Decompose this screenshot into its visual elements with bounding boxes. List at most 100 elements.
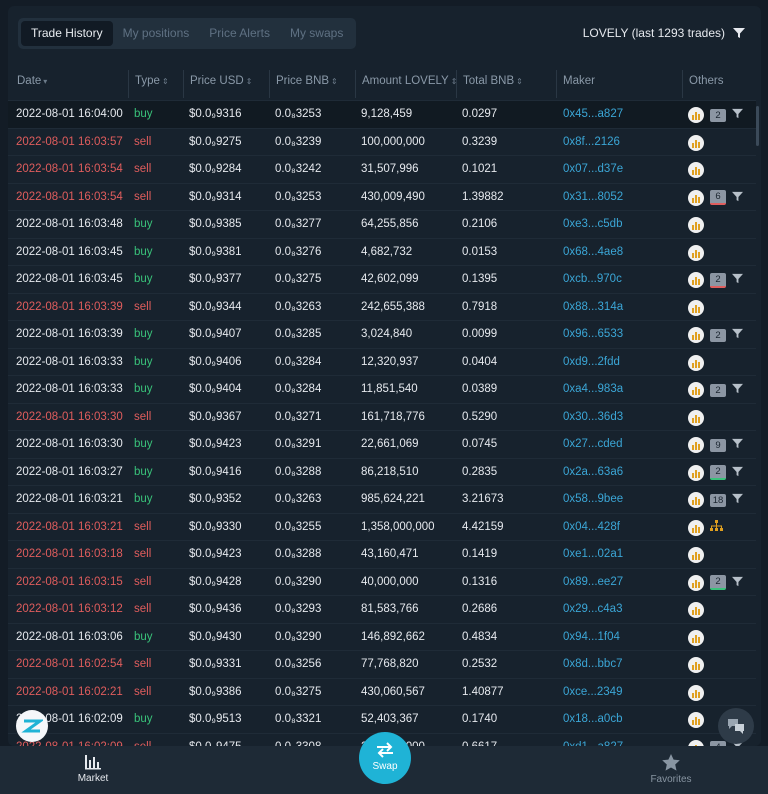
chart-icon[interactable] <box>688 327 704 343</box>
filter-icon[interactable] <box>732 438 743 452</box>
filter-icon[interactable] <box>732 383 743 397</box>
swap-button[interactable]: Swap <box>359 732 411 784</box>
maker-address[interactable]: 0x89...ee27 <box>563 569 623 596</box>
table-row[interactable]: 2022-08-01 16:02:21 sell $0.0₉9386 0.0₈3275… <box>8 677 756 707</box>
chart-icon[interactable] <box>688 217 704 233</box>
maker-address[interactable]: 0xd1...a827 <box>563 734 623 747</box>
filter-icon[interactable] <box>732 466 743 480</box>
maker-address[interactable]: 0x58...9bee <box>563 486 623 513</box>
chart-icon[interactable] <box>688 437 704 453</box>
header-date[interactable]: Date ▾ <box>11 70 131 98</box>
chart-icon[interactable] <box>688 712 704 728</box>
table-row[interactable]: 2022-08-01 16:03:18 sell $0.0₉9423 0.0₈3288… <box>8 540 756 569</box>
header-price-bnb[interactable]: Price BNB ⇕ <box>269 70 355 98</box>
table-row[interactable]: 2022-08-01 16:03:27 buy $0.0₉9416 0.0₈3288 8… <box>8 457 756 487</box>
network-icon[interactable] <box>710 520 723 535</box>
chart-icon[interactable] <box>688 464 704 481</box>
nav-market[interactable]: Market <box>63 754 123 784</box>
chart-icon[interactable] <box>688 574 704 591</box>
maker-address[interactable]: 0x07...d37e <box>563 156 623 183</box>
chart-icon[interactable] <box>688 684 704 701</box>
maker-address[interactable]: 0x68...4ae8 <box>563 239 623 266</box>
table-row[interactable]: 2022-08-01 16:03:30 buy $0.0₉9423 0.0₈3291 2… <box>8 430 756 459</box>
maker-address[interactable]: 0x2a...63a6 <box>563 459 623 486</box>
chart-icon[interactable] <box>688 602 704 618</box>
tab-my-positions[interactable]: My positions <box>113 21 200 46</box>
maker-address[interactable]: 0xcb...970c <box>563 266 622 293</box>
table-row[interactable]: 2022-08-01 16:03:45 buy $0.0₉9377 0.0₈3275 4… <box>8 265 756 294</box>
pair-filter[interactable]: LOVELY (last 1293 trades) <box>583 26 745 40</box>
chart-icon[interactable] <box>688 547 704 563</box>
chart-icon[interactable] <box>688 134 704 151</box>
chart-icon[interactable] <box>688 189 704 206</box>
app-logo[interactable] <box>16 710 48 742</box>
table-row[interactable]: 2022-08-01 16:03:21 buy $0.0₉9352 0.0₈3263 9… <box>8 485 756 514</box>
filter-icon[interactable] <box>732 328 743 342</box>
table-row[interactable]: 2022-08-01 16:03:33 buy $0.0₉9404 0.0₈3284 1… <box>8 375 756 404</box>
filter-icon[interactable] <box>732 576 743 590</box>
maker-address[interactable]: 0x27...cded <box>563 431 622 458</box>
maker-address[interactable]: 0x18...a0cb <box>563 706 622 733</box>
filter-icon[interactable] <box>732 273 743 287</box>
table-row[interactable]: 2022-08-01 16:03:54 sell $0.0₉9314 0.0₈3253… <box>8 182 756 212</box>
table-row[interactable]: 2022-08-01 16:02:09 buy $0.0₉9513 0.0₈3321 5… <box>8 705 756 734</box>
chart-icon[interactable] <box>688 272 704 288</box>
chart-icon[interactable] <box>688 657 704 673</box>
maker-address[interactable]: 0x96...6533 <box>563 321 623 348</box>
chat-button[interactable] <box>718 708 754 744</box>
filter-icon[interactable] <box>733 27 745 39</box>
maker-address[interactable]: 0xce...2349 <box>563 679 622 706</box>
chart-icon[interactable] <box>688 244 704 261</box>
tab-my-swaps[interactable]: My swaps <box>280 21 353 46</box>
maker-address[interactable]: 0x29...c4a3 <box>563 596 622 623</box>
table-row[interactable]: 2022-08-01 16:03:21 sell $0.0₉9330 0.0₈3255… <box>8 512 756 542</box>
table-row[interactable]: 2022-08-01 16:03:57 sell $0.0₉9275 0.0₈3239… <box>8 127 756 157</box>
maker-address[interactable]: 0xe3...c5db <box>563 211 622 238</box>
nav-favorites[interactable]: Favorites <box>641 754 701 785</box>
tab-price-alerts[interactable]: Price Alerts <box>199 21 280 46</box>
tab-trade-history[interactable]: Trade History <box>21 21 113 46</box>
chart-icon[interactable] <box>688 492 704 508</box>
chart-icon[interactable] <box>688 629 704 646</box>
table-row[interactable]: 2022-08-01 16:03:12 sell $0.0₉9436 0.0₈3293… <box>8 595 756 624</box>
header-total-bnb[interactable]: Total BNB ⇕ <box>456 70 554 98</box>
filter-icon[interactable] <box>732 493 743 507</box>
maker-address[interactable]: 0x88...314a <box>563 294 623 321</box>
table-row[interactable]: 2022-08-01 16:03:39 sell $0.0₉9344 0.0₈3263… <box>8 292 756 322</box>
maker-address[interactable]: 0xd9...2fdd <box>563 349 620 376</box>
chart-icon[interactable] <box>688 519 704 536</box>
table-row[interactable]: 2022-08-01 16:04:00 buy $0.0₉9316 0.0₈3253 9… <box>8 100 756 129</box>
header-type[interactable]: Type ⇕ <box>128 70 183 98</box>
chart-icon[interactable] <box>688 382 704 398</box>
table-row[interactable]: 2022-08-01 16:02:54 sell $0.0₉9331 0.0₈3256… <box>8 650 756 679</box>
chart-icon[interactable] <box>688 299 704 316</box>
filter-icon[interactable] <box>732 191 743 205</box>
table-row[interactable]: 2022-08-01 16:03:33 buy $0.0₉9406 0.0₈3284 1… <box>8 347 756 377</box>
maker-address[interactable]: 0x8d...bbc7 <box>563 651 622 678</box>
chart-icon[interactable] <box>688 409 704 426</box>
maker-address[interactable]: 0xa4...983a <box>563 376 623 403</box>
table-row[interactable]: 2022-08-01 16:03:54 sell $0.0₉9284 0.0₈3242… <box>8 155 756 184</box>
table-row[interactable]: 2022-08-01 16:03:06 buy $0.0₉9430 0.0₈3290 1… <box>8 622 756 652</box>
others-cell: 2 <box>688 464 743 482</box>
maker-address[interactable]: 0x31...8052 <box>563 184 623 211</box>
table-row[interactable]: 2022-08-01 16:03:15 sell $0.0₉9428 0.0₈3290… <box>8 567 756 597</box>
maker-address[interactable]: 0x8f...2126 <box>563 129 620 156</box>
chart-icon[interactable] <box>688 107 704 123</box>
chart-icon[interactable] <box>688 354 704 371</box>
scrollbar[interactable] <box>756 106 759 146</box>
header-price-usd[interactable]: Price USD ⇕ <box>183 70 269 98</box>
chart-icon[interactable] <box>688 162 704 178</box>
maker-address[interactable]: 0x04...428f <box>563 514 620 541</box>
maker-address[interactable]: 0xe1...02a1 <box>563 541 623 568</box>
maker-address[interactable]: 0x30...36d3 <box>563 404 623 431</box>
maker-address[interactable]: 0x94...1f04 <box>563 624 620 651</box>
table-row[interactable]: 2022-08-01 16:03:48 buy $0.0₉9385 0.0₈3277 6… <box>8 210 756 239</box>
header-amount[interactable]: Amount LOVELY ⇕ <box>355 70 457 98</box>
maker-address[interactable]: 0x45...a827 <box>563 101 623 128</box>
others-cell <box>688 161 704 179</box>
table-row[interactable]: 2022-08-01 16:03:39 buy $0.0₉9407 0.0₈3285 3… <box>8 320 756 349</box>
table-row[interactable]: 2022-08-01 16:03:45 buy $0.0₉9381 0.0₈3276 4… <box>8 237 756 267</box>
filter-icon[interactable] <box>732 108 743 122</box>
table-row[interactable]: 2022-08-01 16:03:30 sell $0.0₉9367 0.0₈3271… <box>8 402 756 432</box>
